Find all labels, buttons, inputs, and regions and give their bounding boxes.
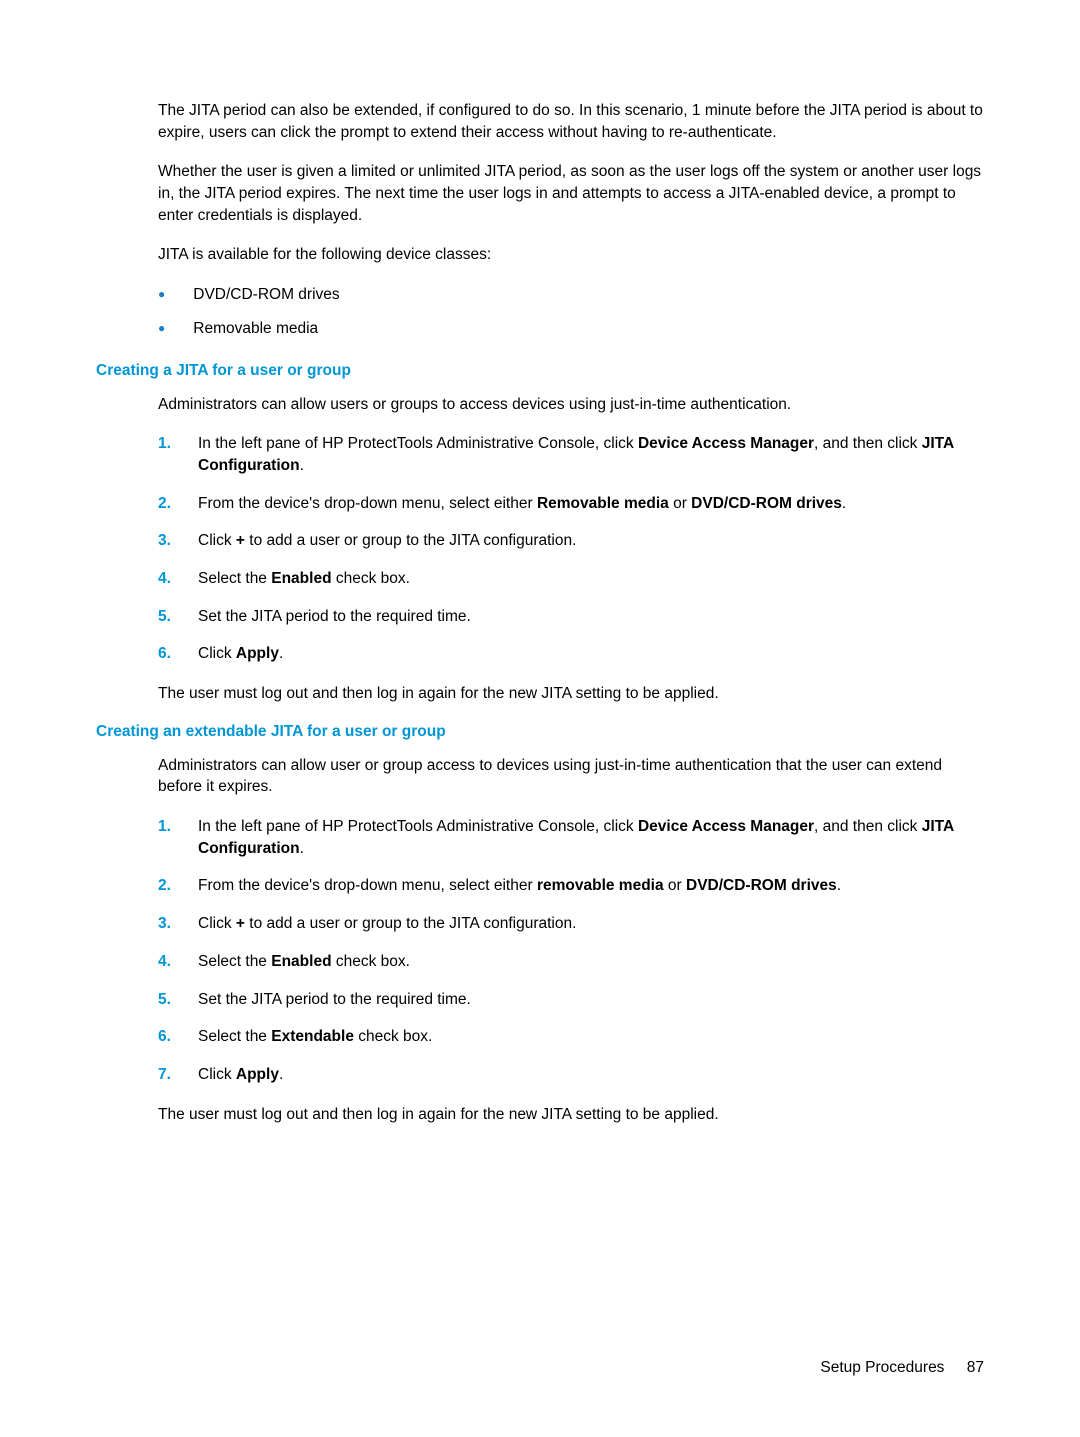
intro-p3: JITA is available for the following devi… (158, 244, 984, 266)
step-item: 4. Select the Enabled check box. (158, 568, 984, 590)
step-number: 2. (158, 493, 198, 515)
section1-p1: Administrators can allow users or groups… (158, 394, 984, 416)
step-text: Select the Enabled check box. (198, 568, 984, 590)
bullet-icon: ● (158, 286, 165, 303)
step-text: Select the Extendable check box. (198, 1026, 984, 1048)
bullet-text: DVD/CD-ROM drives (193, 284, 339, 306)
step-item: 2. From the device's drop-down menu, sel… (158, 875, 984, 897)
list-item: ● DVD/CD-ROM drives (158, 284, 984, 306)
intro-p2: Whether the user is given a limited or u… (158, 161, 984, 226)
step-number: 6. (158, 1026, 198, 1048)
step-number: 5. (158, 606, 198, 628)
step-number: 2. (158, 875, 198, 897)
section1-steps: 1. In the left pane of HP ProtectTools A… (158, 433, 984, 665)
footer-page-number: 87 (967, 1359, 984, 1376)
step-item: 1. In the left pane of HP ProtectTools A… (158, 816, 984, 859)
step-item: 1. In the left pane of HP ProtectTools A… (158, 433, 984, 476)
section2-p1: Administrators can allow user or group a… (158, 755, 984, 798)
step-number: 6. (158, 643, 198, 665)
intro-p1: The JITA period can also be extended, if… (158, 100, 984, 143)
step-item: 5. Set the JITA period to the required t… (158, 989, 984, 1011)
step-text: Click Apply. (198, 643, 984, 665)
step-text: In the left pane of HP ProtectTools Admi… (198, 816, 984, 859)
step-number: 3. (158, 913, 198, 935)
bullet-icon: ● (158, 320, 165, 337)
step-text: Set the JITA period to the required time… (198, 989, 984, 1011)
step-number: 7. (158, 1064, 198, 1086)
step-text: Click + to add a user or group to the JI… (198, 913, 984, 935)
step-number: 3. (158, 530, 198, 552)
step-number: 4. (158, 568, 198, 590)
section2-heading: Creating an extendable JITA for a user o… (96, 723, 984, 741)
step-number: 5. (158, 989, 198, 1011)
step-item: 3. Click + to add a user or group to the… (158, 913, 984, 935)
step-item: 7. Click Apply. (158, 1064, 984, 1086)
list-item: ● Removable media (158, 318, 984, 340)
page-footer: Setup Procedures 87 (820, 1359, 984, 1377)
step-text: Click + to add a user or group to the JI… (198, 530, 984, 552)
step-item: 5. Set the JITA period to the required t… (158, 606, 984, 628)
section1-heading: Creating a JITA for a user or group (96, 362, 984, 380)
step-text: In the left pane of HP ProtectTools Admi… (198, 433, 984, 476)
step-item: 2. From the device's drop-down menu, sel… (158, 493, 984, 515)
step-number: 1. (158, 816, 198, 838)
step-text: Click Apply. (198, 1064, 984, 1086)
step-text: Set the JITA period to the required time… (198, 606, 984, 628)
step-text: From the device's drop-down menu, select… (198, 493, 984, 515)
footer-section-label: Setup Procedures (820, 1359, 944, 1376)
step-text: From the device's drop-down menu, select… (198, 875, 984, 897)
step-number: 4. (158, 951, 198, 973)
step-item: 4. Select the Enabled check box. (158, 951, 984, 973)
step-text: Select the Enabled check box. (198, 951, 984, 973)
step-item: 6. Click Apply. (158, 643, 984, 665)
section2-steps: 1. In the left pane of HP ProtectTools A… (158, 816, 984, 1086)
section2-p2: The user must log out and then log in ag… (158, 1104, 984, 1126)
section2-content: Administrators can allow user or group a… (158, 755, 984, 1126)
section1-content: Administrators can allow users or groups… (158, 394, 984, 705)
bullet-text: Removable media (193, 318, 318, 340)
section1-p2: The user must log out and then log in ag… (158, 683, 984, 705)
step-number: 1. (158, 433, 198, 455)
intro-bullets: ● DVD/CD-ROM drives ● Removable media (158, 284, 984, 339)
step-item: 3. Click + to add a user or group to the… (158, 530, 984, 552)
step-item: 6. Select the Extendable check box. (158, 1026, 984, 1048)
intro-block: The JITA period can also be extended, if… (158, 100, 984, 340)
